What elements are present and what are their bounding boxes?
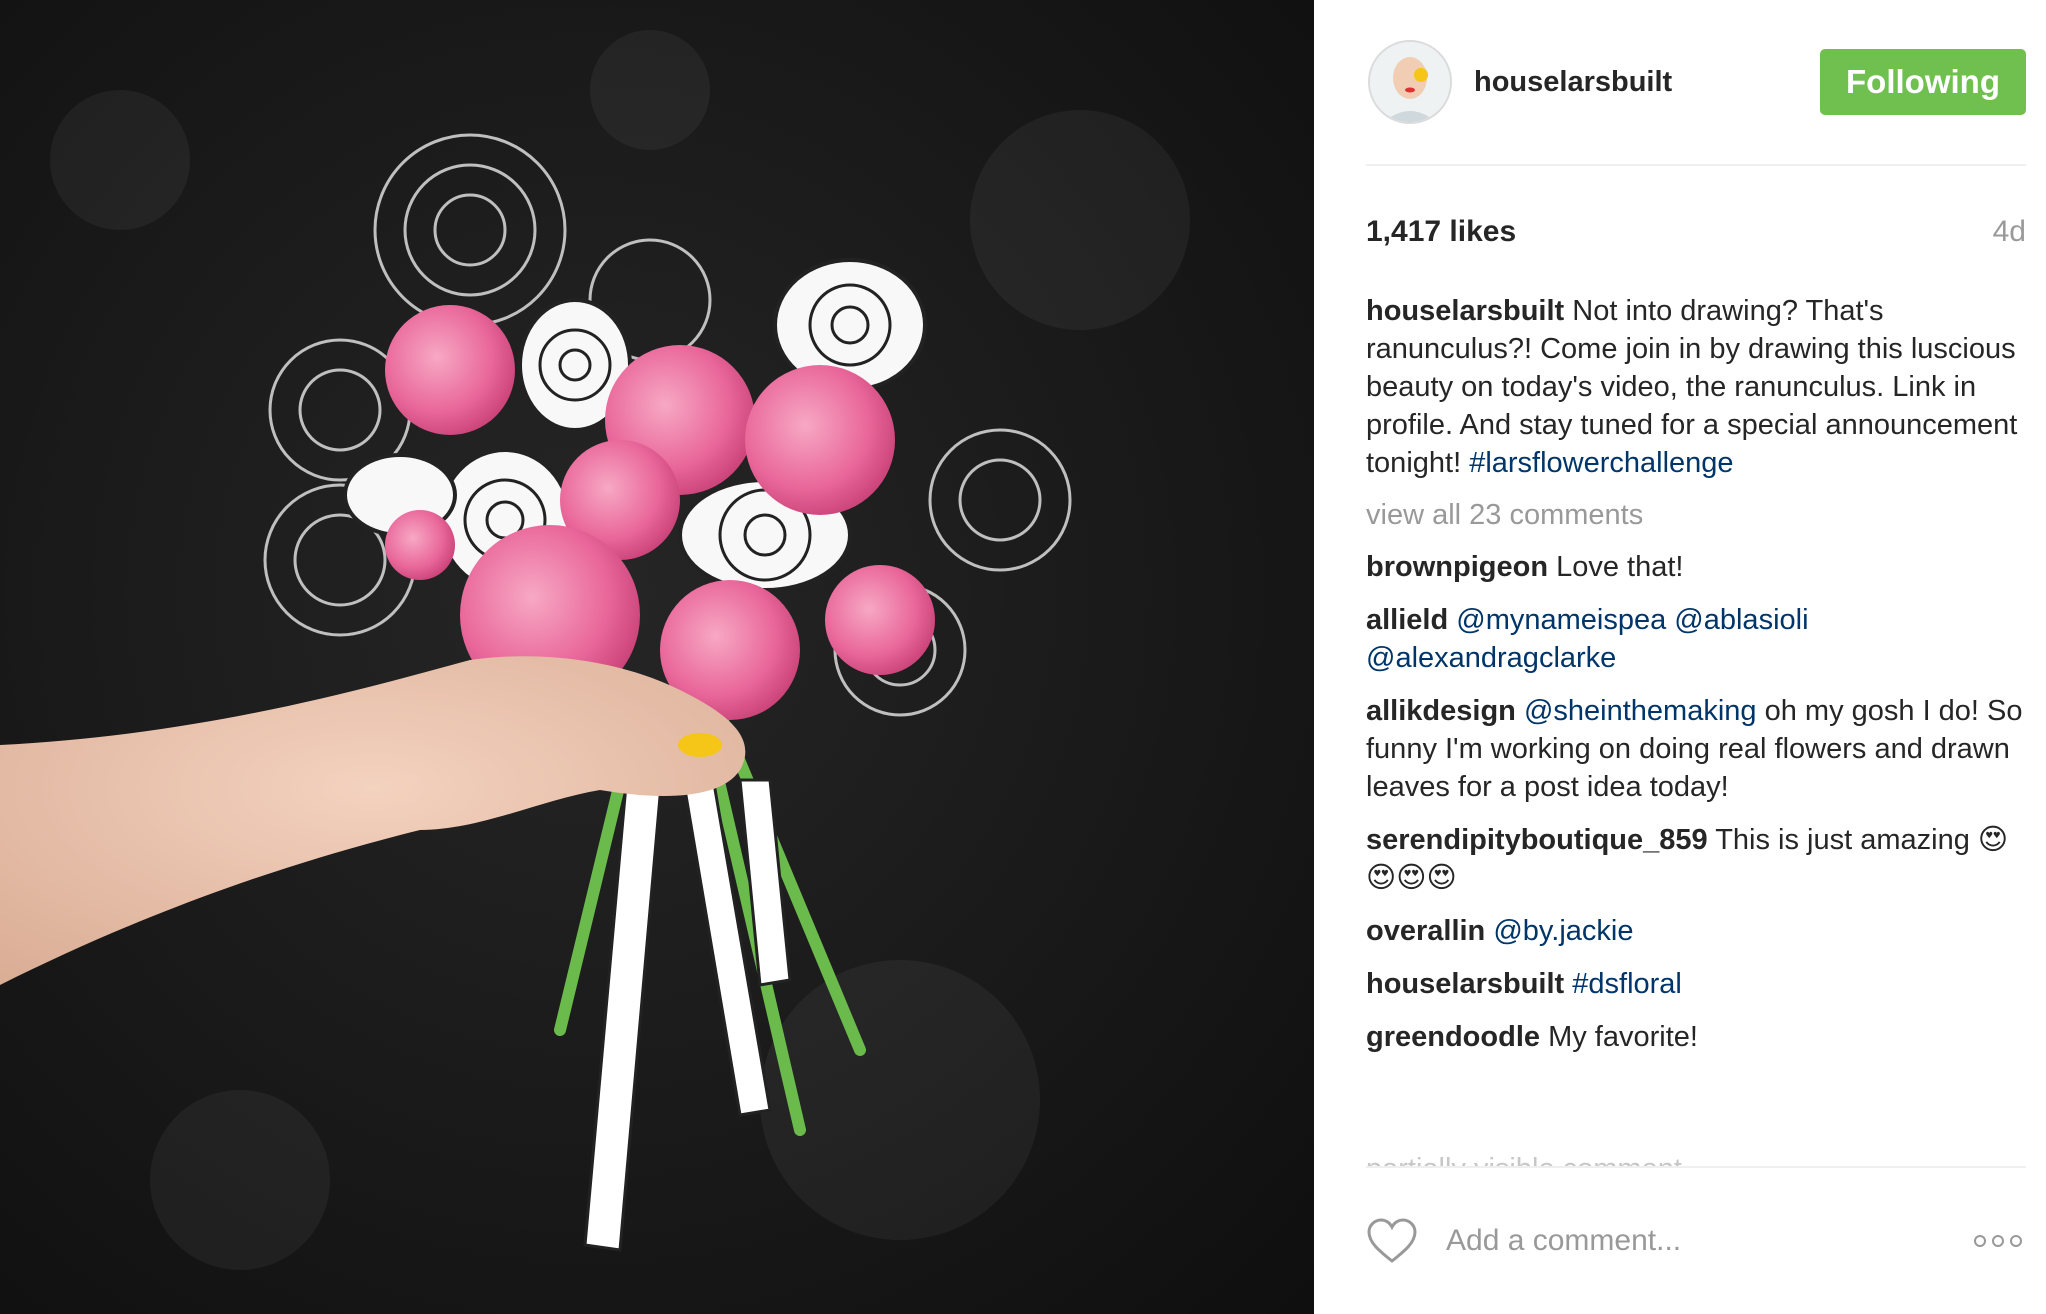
post-sidebar: houselarsbuilt Following 1,417 likes 4d … bbox=[1314, 0, 2046, 1314]
comment-mention[interactable]: @by.jackie bbox=[1493, 915, 1633, 947]
post-image[interactable] bbox=[0, 0, 1314, 1314]
bouquet-image bbox=[0, 0, 1314, 1314]
comment-item: brownpigeon Love that! bbox=[1366, 548, 2026, 586]
comment-username[interactable]: overallin bbox=[1366, 915, 1485, 947]
comment-username[interactable]: brownpigeon bbox=[1366, 551, 1548, 583]
post-header: houselarsbuilt Following bbox=[1366, 0, 2026, 166]
author-username[interactable]: houselarsbuilt bbox=[1474, 66, 1820, 99]
comment-username[interactable]: houselarsbuilt bbox=[1366, 968, 1564, 1000]
comments-list: houselarsbuilt Not into drawing? That's … bbox=[1366, 292, 2026, 1056]
post-age[interactable]: 4d bbox=[1993, 215, 2026, 249]
caption-username[interactable]: houselarsbuilt bbox=[1366, 295, 1564, 327]
comment-item: overallin @by.jackie bbox=[1366, 912, 2026, 950]
heart-icon[interactable] bbox=[1366, 1217, 1418, 1265]
comment-item: serendipityboutique_859 This is just ama… bbox=[1366, 821, 2026, 897]
avatar[interactable] bbox=[1368, 40, 1452, 124]
comment-item: allikdesign @sheinthemaking oh my gosh I… bbox=[1366, 692, 2026, 806]
comment-bar bbox=[1366, 1166, 2026, 1314]
likes-count[interactable]: 1,417 likes bbox=[1366, 215, 1516, 249]
caption: houselarsbuilt Not into drawing? That's … bbox=[1366, 292, 2026, 482]
post-container: houselarsbuilt Following 1,417 likes 4d … bbox=[0, 0, 2046, 1314]
comment-username[interactable]: serendipityboutique_859 bbox=[1366, 824, 1708, 856]
comment-text: Love that! bbox=[1556, 551, 1684, 583]
comment-item: houselarsbuilt #dsfloral bbox=[1366, 965, 2026, 1003]
following-button[interactable]: Following bbox=[1820, 49, 2026, 115]
comment-username[interactable]: greendoodle bbox=[1366, 1021, 1540, 1053]
comment-mention[interactable]: @ablasioli bbox=[1674, 604, 1808, 636]
comment-mention[interactable]: @mynameispea bbox=[1456, 604, 1666, 636]
comment-item: allield @mynameispea @ablasioli @alexand… bbox=[1366, 601, 2026, 677]
caption-hashtag[interactable]: #larsflowerchallenge bbox=[1469, 447, 1733, 479]
comment-item: greendoodle My favorite! bbox=[1366, 1018, 2026, 1056]
comment-input[interactable] bbox=[1444, 1223, 1970, 1259]
comment-username[interactable]: allikdesign bbox=[1366, 695, 1516, 727]
partial-comment: partially visible comment bbox=[1366, 1150, 2026, 1166]
view-all-comments-link[interactable]: view all 23 comments bbox=[1366, 496, 2026, 534]
comment-hashtag[interactable]: #dsfloral bbox=[1572, 968, 1682, 1000]
comment-mention[interactable]: @alexandragclarke bbox=[1366, 642, 1616, 674]
more-options-icon[interactable] bbox=[1970, 1231, 2026, 1251]
post-stats: 1,417 likes 4d bbox=[1366, 212, 2026, 252]
comment-username[interactable]: allield bbox=[1366, 604, 1448, 636]
comment-text: My favorite! bbox=[1548, 1021, 1698, 1053]
comment-mention[interactable]: @sheinthemaking bbox=[1524, 695, 1757, 727]
